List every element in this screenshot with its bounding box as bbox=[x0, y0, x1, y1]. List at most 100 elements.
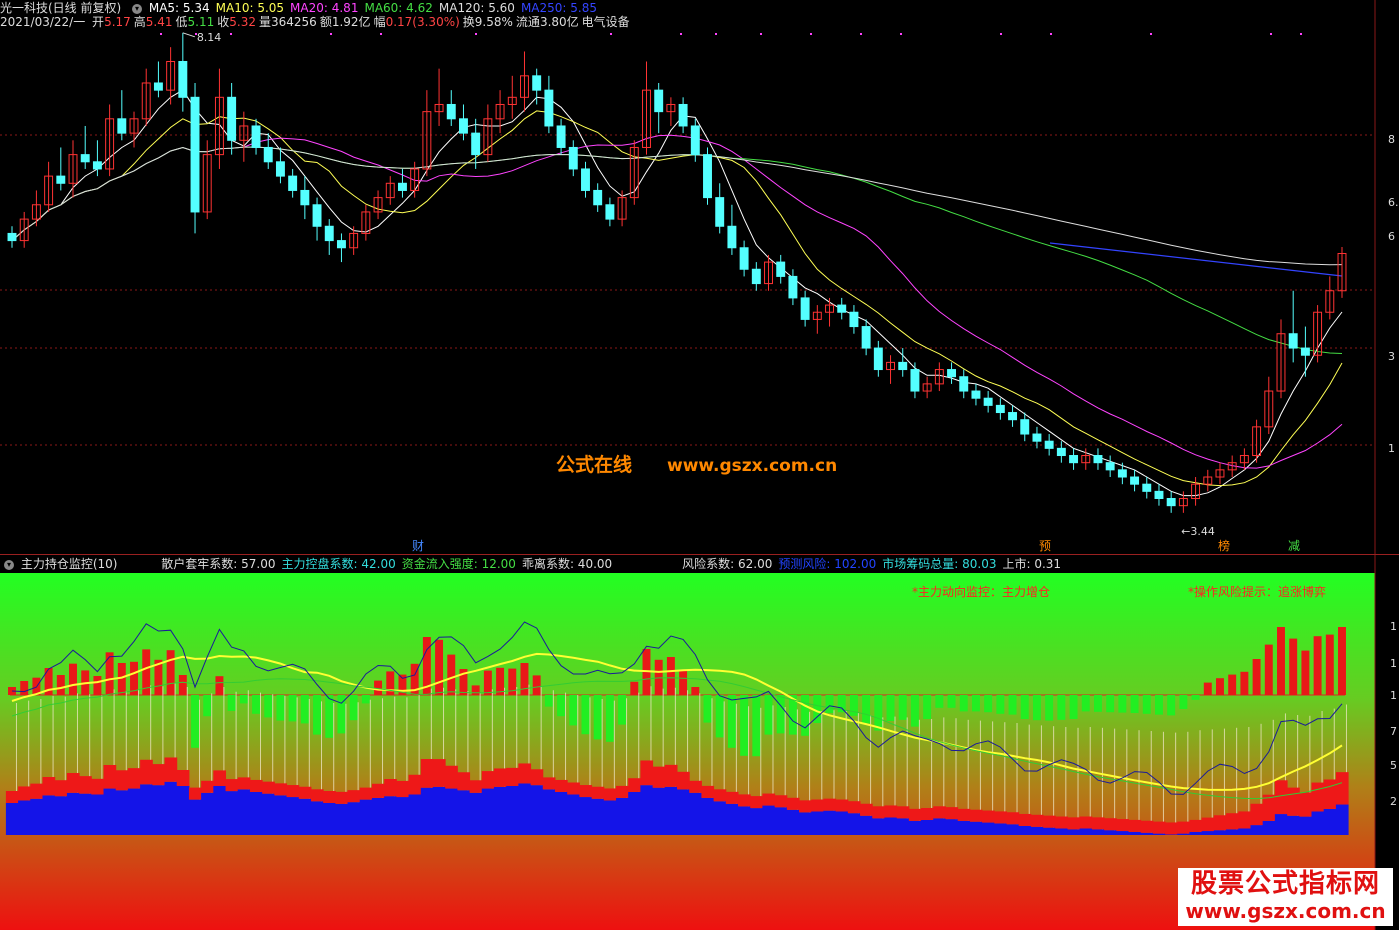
inflow-bar bbox=[215, 676, 224, 695]
holding-bar bbox=[1213, 830, 1227, 835]
holding-cap bbox=[298, 786, 312, 799]
holding-cap bbox=[1018, 813, 1032, 826]
holding-bar bbox=[579, 797, 593, 835]
holding-bar bbox=[201, 792, 214, 835]
holding-bar bbox=[786, 809, 800, 835]
holding-bar bbox=[945, 819, 959, 835]
price-chart[interactable]: 8 6.44 6 3 1 8.14 ←3.44 公式在线 www.gszx.com.cn 财 预 榜 减 bbox=[0, 0, 1399, 555]
candle bbox=[1008, 405, 1018, 427]
holding-bar bbox=[689, 792, 702, 835]
candle-body bbox=[1032, 433, 1042, 442]
holding-bar bbox=[701, 797, 715, 835]
candle-body bbox=[1044, 440, 1054, 449]
outflow-bar bbox=[740, 695, 749, 756]
candle bbox=[886, 355, 895, 384]
event-marker: 榜 bbox=[1218, 538, 1230, 553]
candle bbox=[1105, 455, 1115, 478]
holding-bar bbox=[457, 790, 471, 835]
holding-cap bbox=[713, 789, 727, 802]
holding-bar bbox=[359, 799, 373, 835]
holding-bar bbox=[396, 797, 410, 835]
candle bbox=[324, 219, 334, 255]
outflow-bar bbox=[764, 695, 773, 735]
holding-bar bbox=[603, 800, 617, 835]
holding-cap bbox=[103, 764, 117, 789]
holding-cap bbox=[1189, 819, 1203, 832]
candle-body bbox=[605, 204, 615, 220]
indicator-value: 乖离系数: 40.00 bbox=[521, 557, 613, 571]
holding-bar bbox=[615, 797, 629, 835]
holding-cap bbox=[262, 781, 275, 794]
signal-dot bbox=[1000, 33, 1002, 35]
outflow-bar bbox=[1093, 695, 1102, 712]
holding-bar bbox=[347, 802, 361, 835]
holding-bar bbox=[115, 790, 129, 835]
holding-cap bbox=[201, 780, 214, 793]
holding-bar bbox=[152, 785, 166, 835]
holding-bar bbox=[274, 795, 288, 835]
candle-body bbox=[251, 125, 261, 148]
candle-body bbox=[1288, 333, 1298, 349]
holding-cap bbox=[1140, 820, 1154, 833]
holding-cap bbox=[127, 768, 141, 789]
outflow-bar bbox=[727, 695, 736, 748]
candle bbox=[1191, 477, 1201, 506]
holding-bar bbox=[1287, 815, 1300, 835]
outflow-bar bbox=[618, 695, 627, 725]
signal-dot bbox=[1050, 33, 1052, 35]
holding-cap bbox=[567, 782, 580, 795]
inflow-bar bbox=[447, 654, 456, 695]
holding-cap bbox=[30, 783, 44, 799]
outflow-bar bbox=[264, 695, 273, 718]
candle bbox=[141, 68, 151, 126]
holding-bar bbox=[164, 781, 178, 835]
signal-dot bbox=[230, 33, 232, 35]
inflow-bar bbox=[1338, 627, 1346, 695]
holding-bar bbox=[1238, 828, 1251, 835]
candle-body bbox=[873, 347, 883, 371]
chevron-down-icon[interactable]: ▾ bbox=[4, 559, 14, 570]
holding-bar bbox=[640, 785, 654, 835]
holding-cap bbox=[1104, 818, 1117, 831]
holding-bar bbox=[1091, 829, 1105, 835]
candle bbox=[190, 82, 200, 234]
candle bbox=[568, 140, 578, 177]
candle bbox=[153, 61, 163, 98]
holding-cap bbox=[689, 780, 702, 793]
candle bbox=[288, 168, 298, 198]
holding-bar bbox=[713, 801, 727, 835]
axis-tick-label: 1 bbox=[1390, 657, 1397, 670]
candle bbox=[605, 197, 615, 227]
outflow-bar bbox=[191, 695, 199, 748]
inflow-bar bbox=[1203, 682, 1212, 695]
inflow-bar bbox=[1325, 634, 1334, 695]
axis-tick-label: 1 bbox=[1390, 620, 1397, 633]
axis-tick-label: 3 bbox=[1388, 350, 1395, 363]
candle-body bbox=[92, 161, 102, 170]
candle bbox=[1142, 477, 1152, 499]
holding-bar bbox=[1323, 808, 1337, 835]
holding-cap bbox=[860, 803, 873, 816]
indicator-value: 预测风险: 102.00 bbox=[778, 557, 877, 571]
signal-dot bbox=[760, 33, 762, 35]
holding-cap bbox=[1299, 792, 1312, 817]
candle bbox=[983, 391, 993, 413]
watermark-line2: www.gszx.com.cn bbox=[1185, 899, 1386, 923]
event-marker: 预 bbox=[1039, 539, 1051, 553]
holding-cap bbox=[1043, 815, 1056, 828]
holding-bar bbox=[1140, 832, 1154, 835]
candle bbox=[727, 204, 737, 255]
candle-body bbox=[117, 118, 127, 134]
holding-bar bbox=[908, 820, 922, 835]
outflow-bar bbox=[361, 695, 370, 704]
holding-cap bbox=[1067, 817, 1081, 830]
outflow-bar bbox=[959, 695, 968, 712]
outflow-bar bbox=[313, 695, 322, 735]
holding-bar bbox=[591, 798, 605, 835]
holding-bar bbox=[249, 791, 263, 835]
candle-body bbox=[324, 225, 334, 242]
candle bbox=[581, 161, 590, 198]
watermark-line1: 股票公式指标网 bbox=[1190, 869, 1380, 899]
outflow-bar bbox=[239, 695, 248, 704]
candle bbox=[483, 104, 493, 162]
